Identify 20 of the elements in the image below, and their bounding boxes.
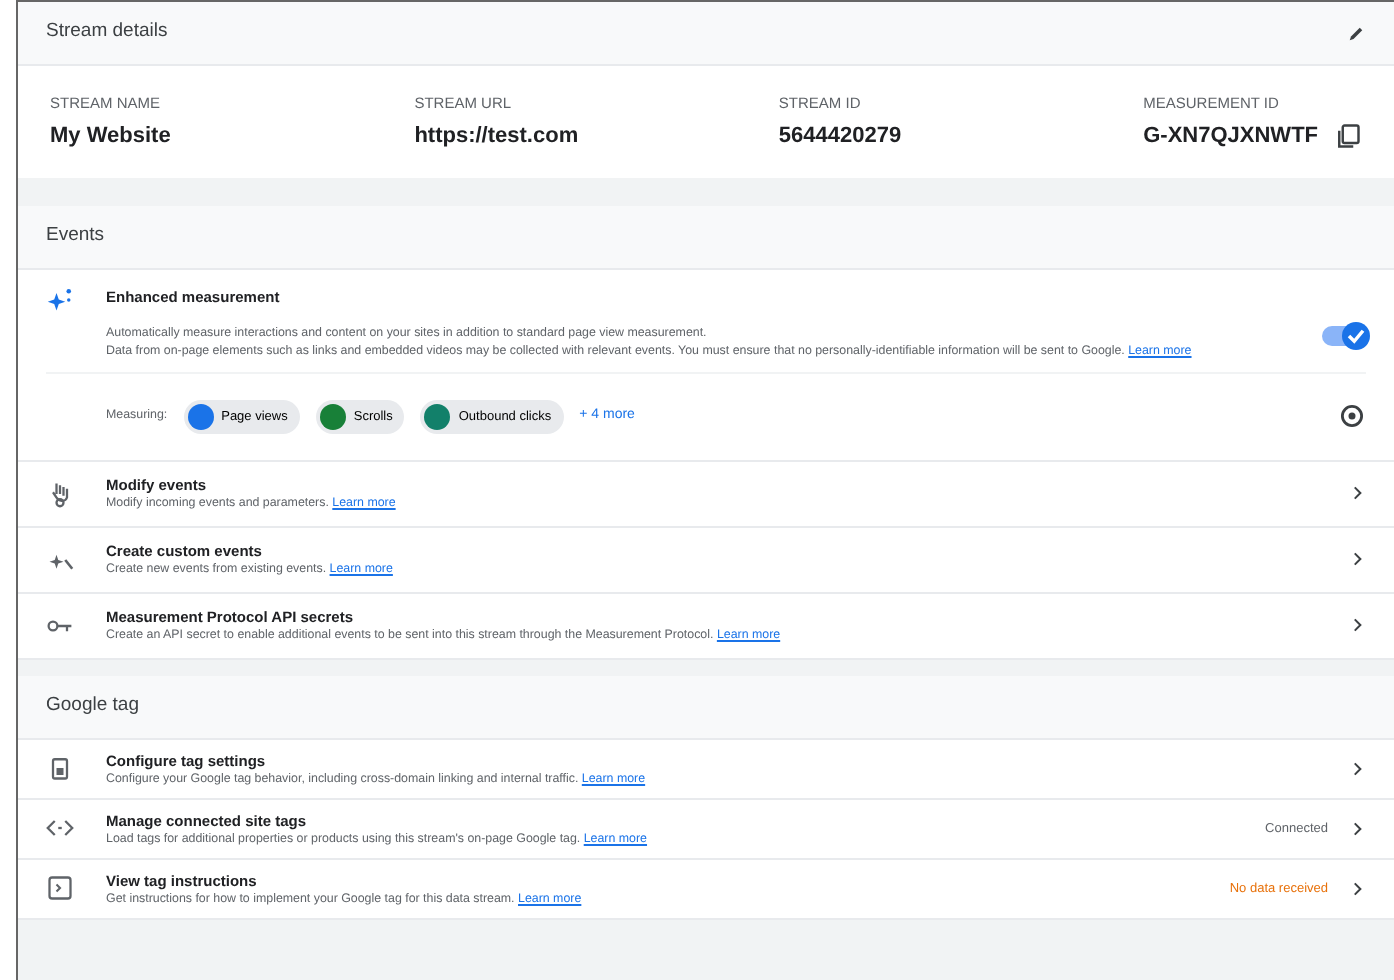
- edit-icon[interactable]: [1346, 23, 1366, 43]
- toggle-switch[interactable]: [1322, 326, 1366, 346]
- chevron-icon: [1348, 819, 1366, 838]
- field-value: G-XN7QJXNWTF: [1143, 121, 1319, 152]
- hand-icon: [46, 479, 74, 508]
- field-value: https://test.com: [414, 121, 579, 152]
- chevron-icon: [1348, 879, 1366, 898]
- section-title: Google tag: [46, 692, 139, 721]
- field-value: 5644420279: [778, 121, 902, 152]
- section-title: Stream details: [46, 18, 168, 47]
- settings-icon[interactable]: [1338, 402, 1366, 431]
- field-value: My Website: [50, 121, 171, 152]
- chevron-icon: [1348, 616, 1366, 635]
- chevron-icon: [1348, 484, 1366, 503]
- sparkle-icon: [46, 286, 74, 314]
- copy-icon[interactable]: [1334, 122, 1363, 151]
- section-title: Events: [46, 222, 105, 251]
- chevron-icon: [1348, 550, 1366, 569]
- document-icon: [46, 874, 74, 903]
- chevron-icon: [1348, 759, 1366, 778]
